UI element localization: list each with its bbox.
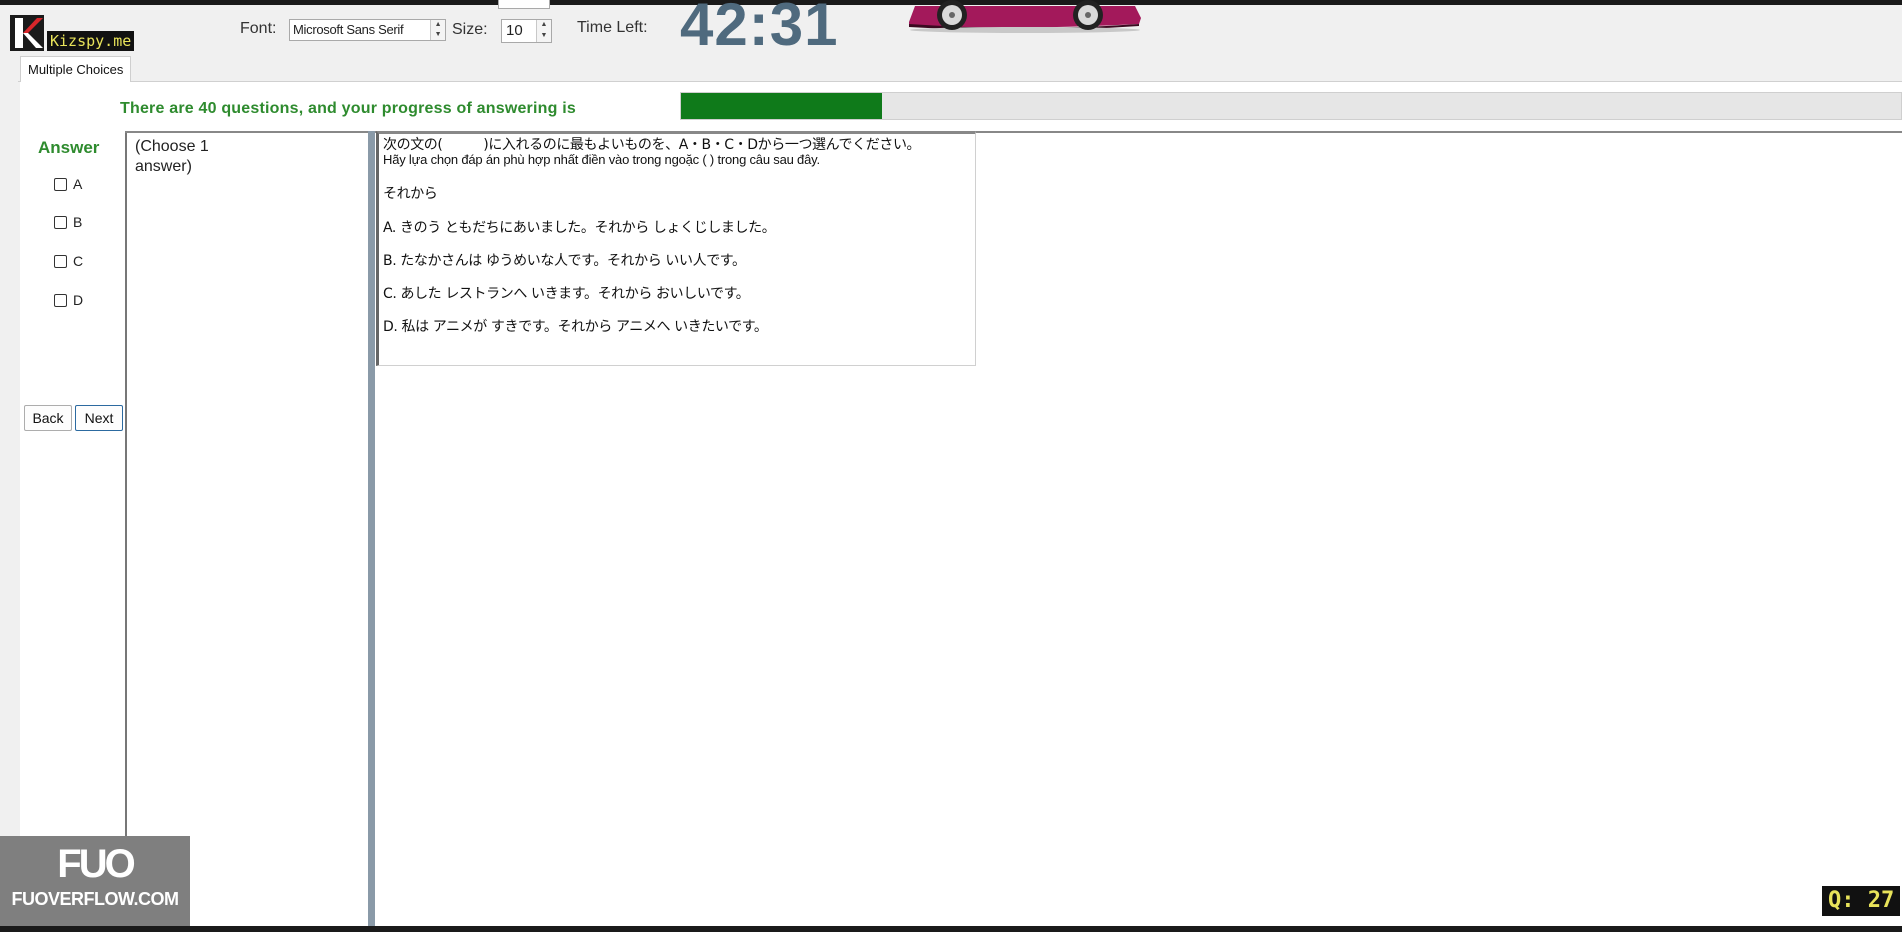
progress-bar bbox=[680, 92, 1902, 120]
checkbox-icon[interactable] bbox=[54, 294, 67, 307]
choose-instruction: (Choose 1 answer) bbox=[135, 138, 209, 175]
option-d-label: D bbox=[73, 292, 84, 308]
progress-bar-fill bbox=[681, 93, 883, 119]
question-keyword: それから bbox=[383, 186, 438, 202]
option-c-label: C bbox=[73, 253, 84, 269]
checkbox-icon[interactable] bbox=[54, 255, 67, 268]
watermark: FUO FUOVERFLOW.COM bbox=[0, 836, 190, 926]
font-selector-value: Microsoft Sans Serif bbox=[293, 22, 404, 37]
spin-up-icon[interactable]: ▲ bbox=[431, 20, 445, 30]
next-button[interactable]: Next bbox=[75, 405, 123, 431]
progress-text: There are 40 questions, and your progres… bbox=[120, 100, 576, 117]
hidden-control[interactable] bbox=[498, 0, 550, 9]
k-logo-icon bbox=[10, 15, 44, 51]
question-prompt-vn: Hãy lựa chọn đáp án phù hợp nhất điền và… bbox=[383, 152, 820, 167]
logo-text: Kizspy.me bbox=[47, 31, 135, 51]
tab-multiple-choices[interactable]: Multiple Choices bbox=[20, 56, 132, 82]
question-counter: Q: 27 bbox=[1822, 886, 1901, 916]
spin-down-icon[interactable]: ▼ bbox=[537, 31, 551, 42]
countdown-timer: 42:31 bbox=[680, 0, 839, 58]
panel-divider bbox=[125, 131, 127, 926]
car-image bbox=[905, 0, 1145, 34]
option-c[interactable]: C bbox=[54, 253, 83, 269]
question-box: 次の文の( )に入れるのに最もよいものを、A・B・C・Dから一つ選んでください。… bbox=[376, 131, 976, 366]
choice-a: A. きのう ともだちにあいました。それから しょくじしました。 bbox=[383, 220, 776, 236]
choice-c: C. あした レストランへ いきます。それから おいしいです。 bbox=[383, 286, 750, 302]
question-splitter[interactable] bbox=[368, 131, 375, 926]
time-left-label: Time Left: bbox=[577, 19, 648, 36]
option-d[interactable]: D bbox=[54, 292, 83, 308]
answer-title: Answer bbox=[38, 138, 100, 157]
option-b-label: B bbox=[73, 214, 83, 230]
watermark-logo: FUO bbox=[57, 842, 135, 886]
checkbox-icon[interactable] bbox=[54, 216, 67, 229]
question-prompt-jp: 次の文の( )に入れるのに最もよいものを、A・B・C・Dから一つ選んでください。 bbox=[383, 137, 921, 153]
font-label: Font: bbox=[240, 20, 277, 37]
back-button[interactable]: Back bbox=[24, 405, 72, 431]
choice-b: B. たなかさんは ゆうめいな人です。それから いい人です。 bbox=[383, 253, 746, 269]
spin-down-icon[interactable]: ▼ bbox=[431, 30, 445, 40]
option-a-label: A bbox=[73, 176, 83, 192]
checkbox-icon[interactable] bbox=[54, 178, 67, 191]
option-b[interactable]: B bbox=[54, 214, 82, 230]
left-margin bbox=[0, 81, 20, 926]
size-label: Size: bbox=[452, 21, 488, 38]
watermark-text: FUOVERFLOW.COM bbox=[11, 889, 180, 909]
size-value: 10 bbox=[506, 22, 523, 39]
option-a[interactable]: A bbox=[54, 176, 82, 192]
spin-up-icon[interactable]: ▲ bbox=[537, 20, 551, 31]
font-selector[interactable]: Microsoft Sans Serif ▲ ▼ bbox=[289, 19, 446, 41]
size-input[interactable]: 10 ▲ ▼ bbox=[501, 19, 552, 43]
choice-d: D. 私は アニメが すきです。それから アニメへ いきたいです。 bbox=[383, 319, 768, 335]
size-spinner[interactable]: ▲ ▼ bbox=[536, 20, 551, 42]
bottom-border bbox=[0, 926, 1902, 932]
tab-strip bbox=[18, 57, 1902, 82]
font-spinner[interactable]: ▲ ▼ bbox=[430, 20, 445, 40]
